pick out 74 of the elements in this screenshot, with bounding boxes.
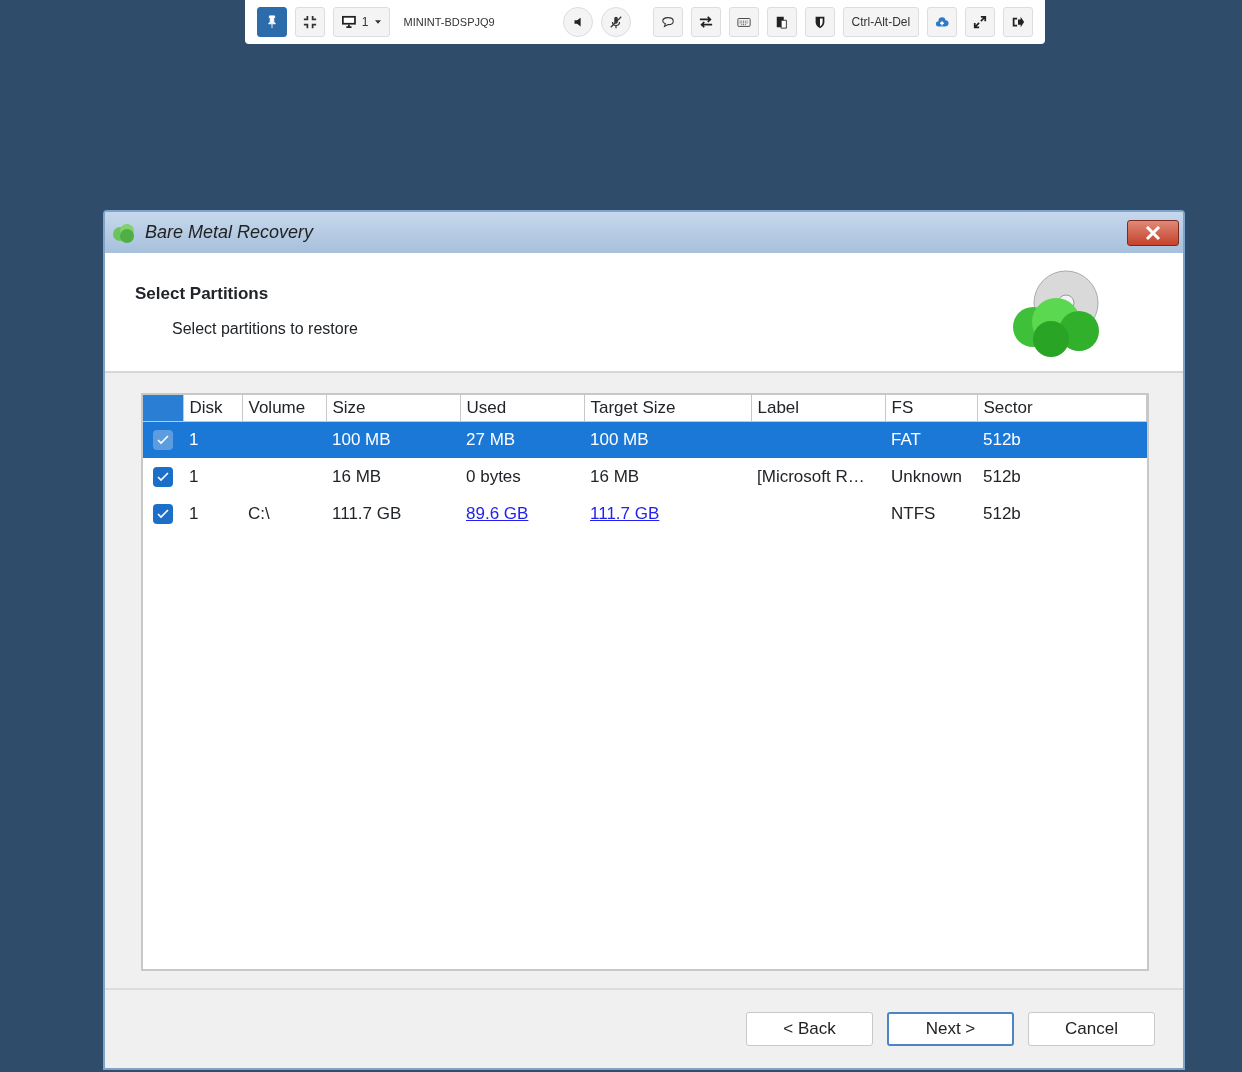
table-cell: FAT: [891, 430, 921, 449]
window-title: Bare Metal Recovery: [145, 221, 314, 244]
dialog-button[interactable]: Cancel: [1028, 1012, 1155, 1046]
table-cell: 1: [189, 503, 199, 523]
muted-microphone-icon: [608, 15, 623, 29]
keyboard-button[interactable]: [728, 7, 759, 37]
dialog-button[interactable]: < Back: [746, 1012, 873, 1046]
checkmark-icon: [157, 471, 169, 482]
table-cell: 100 MB: [590, 430, 649, 449]
table-cell: 27 MB: [466, 430, 516, 449]
page-subtitle: Select partitions to restore: [172, 318, 358, 339]
compress-button[interactable]: [295, 7, 325, 37]
size-link[interactable]: 89.6 GB: [466, 503, 529, 523]
monitor-icon: [342, 15, 356, 29]
muted-microphone-button[interactable]: [600, 7, 631, 37]
table-cell: 16 MB: [590, 466, 640, 486]
table-cell: 1: [189, 466, 199, 486]
table-cell: NTFS: [891, 503, 936, 523]
pin-icon: [265, 15, 279, 29]
page-title: Select Partitions: [135, 283, 270, 305]
table-cell: 111.7 GB: [332, 503, 402, 523]
speaker-button[interactable]: [562, 7, 593, 37]
shield-button[interactable]: [804, 7, 835, 37]
table-cell: [Microsoft R…: [757, 466, 865, 486]
table-cell: Unknown: [891, 466, 962, 486]
table-cell: C:\: [248, 503, 270, 523]
checkbox[interactable]: [153, 466, 173, 487]
clipboard-button[interactable]: [766, 7, 797, 37]
column-header[interactable]: FS: [885, 395, 977, 421]
caret-icon: [374, 20, 381, 24]
pin-button[interactable]: [257, 7, 287, 37]
table-cell: 512b: [983, 430, 1021, 449]
checkbox[interactable]: [153, 429, 173, 450]
checkbox[interactable]: [153, 503, 173, 524]
monitor-select-button[interactable]: 1: [333, 7, 390, 37]
checkmark-icon: [157, 508, 169, 519]
column-header[interactable]: Volume: [242, 395, 326, 421]
exit-button[interactable]: [1003, 7, 1033, 37]
swap-arrows-button[interactable]: [690, 7, 721, 37]
table-cell: 512b: [983, 503, 1021, 523]
column-header[interactable]: Sector: [977, 395, 1147, 421]
exit-icon: [1011, 15, 1025, 29]
column-header[interactable]: Used: [460, 395, 584, 421]
cloud-icon: [111, 221, 137, 244]
table-row[interactable]: 1 16 MB 0 bytes 16 MB [Microsoft R… Unknown 512b: [143, 458, 1147, 495]
dialog-button[interactable]: Next >: [887, 1012, 1014, 1046]
speech-bubble-icon: [660, 15, 675, 29]
table-row[interactable]: 1 C:\ 111.7 GB 89.6 GB 111.7 GB NTFS 512b: [143, 495, 1147, 532]
check-column-header[interactable]: [143, 395, 183, 421]
checkmark-icon: [157, 434, 169, 445]
keyboard-icon: [736, 15, 751, 29]
table-cell: 512b: [983, 466, 1021, 486]
cloud-upload-button[interactable]: [927, 7, 957, 37]
cloud-upload-icon: [935, 15, 949, 29]
swap-arrows-icon: [698, 15, 713, 29]
ctrl-alt-del-button[interactable]: Ctrl-Alt-Del: [842, 7, 919, 37]
table-cell: 1: [189, 430, 199, 449]
size-link[interactable]: 111.7 GB: [590, 503, 660, 523]
computer-name: MININT-BDSPJQ9: [403, 14, 495, 30]
table-cell: 100 MB: [332, 430, 391, 449]
close-button[interactable]: [1127, 219, 1179, 246]
table-cell: 0 bytes: [466, 466, 521, 486]
table-row[interactable]: 1 100 MB 27 MB 100 MB FAT 512b: [143, 421, 1147, 458]
expand-icon: [973, 15, 987, 29]
column-header[interactable]: Disk: [183, 395, 242, 421]
clipboard-icon: [774, 15, 789, 29]
speech-bubble-button[interactable]: [652, 7, 683, 37]
column-header[interactable]: Label: [751, 395, 885, 421]
compress-icon: [303, 15, 317, 29]
table-cell: 16 MB: [332, 466, 382, 486]
column-header[interactable]: Size: [326, 395, 460, 421]
close-icon: [1145, 225, 1161, 240]
expand-button[interactable]: [965, 7, 995, 37]
column-header[interactable]: Target Size: [584, 395, 751, 421]
